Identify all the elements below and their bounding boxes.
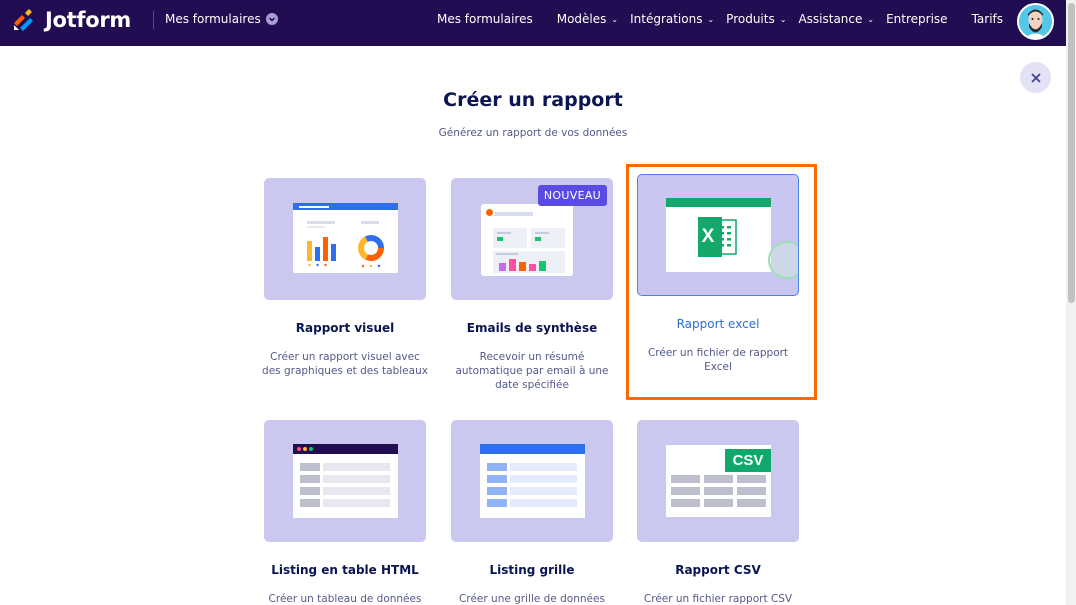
report-card-title: Listing en table HTML (271, 563, 419, 577)
nav-item-support[interactable]: Assistance ⌄ (798, 12, 874, 26)
brand-name: Jotform (45, 8, 131, 32)
chevron-down-icon: ⌄ (707, 14, 715, 24)
selection-highlight-box (626, 164, 817, 400)
dialog-title: Créer un rapport (443, 89, 623, 111)
report-card-description: Créer un fichier rapport CSV (643, 593, 793, 605)
main-nav: Mes formulaires Modèles ⌄ Intégrations ⌄ P… (437, 12, 1003, 26)
nav-item-label: Tarifs (971, 12, 1004, 26)
nav-item-label: Produits (726, 12, 775, 26)
nav-item-enterprise[interactable]: Entreprise (886, 12, 947, 26)
notification-dot-icon (484, 207, 495, 218)
nav-item-pricing[interactable]: Tarifs (972, 12, 1003, 26)
chevron-down-icon: ⌄ (867, 14, 875, 24)
grid-listing-thumbnail[interactable] (451, 420, 613, 542)
avatar-face-icon (1019, 5, 1052, 38)
nav-item-label: Intégrations (630, 12, 703, 26)
dialog-subtitle: Générez un rapport de vos données (438, 127, 628, 139)
html-table-illustration (293, 444, 398, 518)
nav-item-label: Assistance (798, 12, 863, 26)
csv-badge-icon: CSV (725, 449, 771, 472)
report-card-title: Rapport visuel (295, 321, 395, 335)
nav-item-products[interactable]: Produits ⌄ (726, 12, 786, 26)
nav-separator (153, 11, 154, 29)
chevron-down-icon: ⌄ (611, 14, 619, 24)
my-forms-dropdown-label: Mes formulaires (165, 12, 261, 26)
report-card-description: Créer une grille de données (459, 593, 605, 605)
my-forms-dropdown[interactable]: Mes formulaires (165, 12, 278, 26)
csv-report-thumbnail[interactable]: CSV (637, 420, 799, 542)
report-card-description: Créer un rapport visuel avec des graphiq… (262, 351, 428, 377)
digest-emails-thumbnail[interactable]: NOUVEAU (451, 178, 613, 300)
report-card-title: Emails de synthèse (466, 321, 598, 335)
close-icon (1030, 72, 1041, 83)
email-illustration (481, 204, 573, 276)
jotform-logo-icon (14, 9, 33, 31)
jotform-logo[interactable]: Jotform (12, 8, 131, 32)
bar-chart-icon (307, 237, 336, 267)
visual-report-thumbnail[interactable] (264, 178, 426, 300)
report-card-description: Créer un tableau de données (268, 593, 422, 605)
nav-item-label: Mes formulaires (437, 12, 533, 26)
html-table-thumbnail[interactable] (264, 420, 426, 542)
report-card-title: Listing grille (489, 563, 575, 577)
report-card-description: Recevoir un résumé automatique par email… (455, 351, 609, 391)
nav-item-templates[interactable]: Modèles ⌄ (557, 12, 618, 26)
user-avatar[interactable] (1017, 3, 1054, 40)
report-card-title: Rapport CSV (675, 563, 761, 577)
chevron-down-icon (265, 13, 278, 25)
chevron-down-icon: ⌄ (779, 14, 787, 24)
nav-item-label: Entreprise (886, 12, 948, 26)
nav-item-label: Modèles (556, 12, 607, 26)
nav-item-my-forms[interactable]: Mes formulaires (437, 12, 533, 26)
new-badge: NOUVEAU (537, 185, 607, 206)
page-scrollbar-thumb[interactable] (1068, 3, 1075, 303)
nav-item-integrations[interactable]: Intégrations ⌄ (630, 12, 714, 26)
donut-chart-icon (358, 235, 384, 268)
grid-illustration (480, 444, 585, 518)
top-nav-bar: Jotform Mes formulaires Mes formulaires … (0, 0, 1066, 46)
dashboard-illustration (293, 203, 398, 273)
